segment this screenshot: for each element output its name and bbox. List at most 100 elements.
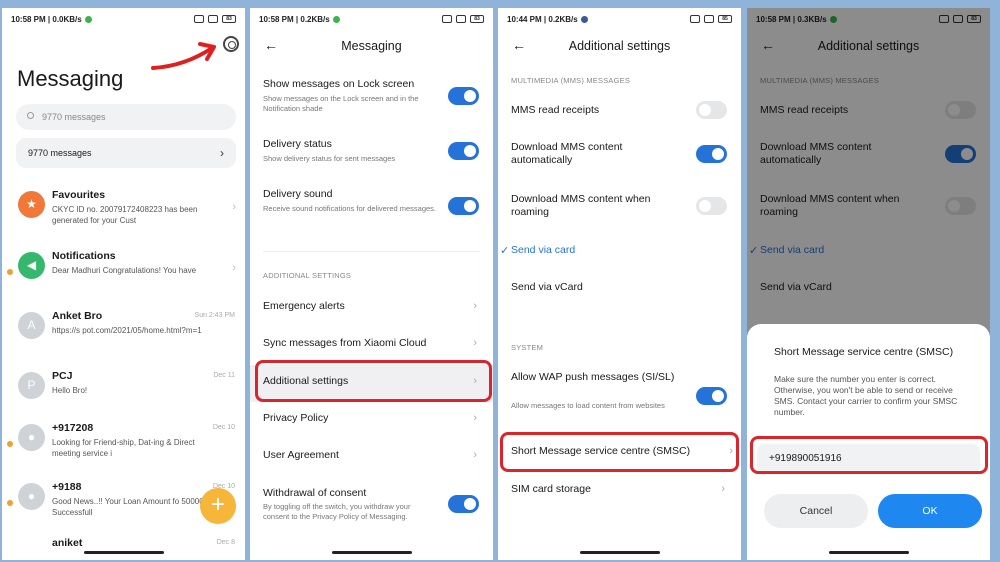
highlight-box-annotation [255, 360, 492, 402]
unread-dot [7, 269, 13, 275]
conversation-item[interactable]: ★ Favourites CKYC ID no. 20079172408223 ha… [2, 183, 245, 241]
home-indicator [579, 551, 660, 554]
chevron-right-icon: › [473, 337, 477, 349]
setting-description: Show delivery status for sent messages [263, 154, 396, 163]
conversation-item[interactable]: A Anket Bro Sun 2:43 PM https://s pot.com/2… [2, 304, 245, 362]
sim-card-storage-link[interactable]: SIM card storage › [498, 483, 741, 503]
messaging-settings-screen: 10:58 PM | 0.2KB/s 83 ← Messaging Show m… [250, 8, 493, 560]
wifi-icon [194, 15, 204, 23]
avatar: P [18, 372, 45, 399]
message-snippet: Looking for Friend-ship, Dat-ing & Direc… [52, 438, 195, 458]
setting-description: Show messages on the Lock screen and in … [263, 94, 419, 113]
delivery-sound-toggle[interactable] [448, 197, 479, 215]
setting-description: By toggling off the switch, you withdraw… [263, 502, 411, 521]
avatar: ● [18, 483, 45, 510]
setting-title: Download MMS content automatically [511, 141, 623, 166]
message-time: Dec 11 [213, 372, 235, 379]
signal-icon [208, 15, 218, 23]
emergency-alerts-link[interactable]: Emergency alerts › [250, 300, 493, 320]
section-header: SYSTEM [511, 343, 544, 352]
ok-button[interactable]: OK [878, 494, 982, 528]
section-header: ADDITIONAL SETTINGS [263, 271, 352, 280]
message-time: Dec 10 [212, 424, 235, 431]
option-label: Send via vCard [511, 281, 583, 293]
chevron-right-icon: › [473, 449, 477, 461]
signal-icon [704, 15, 714, 23]
download-roaming-toggle[interactable] [696, 197, 727, 215]
battery-icon: 83 [222, 15, 236, 23]
chevron-right-icon: › [232, 262, 236, 274]
highlight-box-annotation [750, 436, 988, 474]
smsc-dialog-screen: 10:58 PM | 0.3KB/s 83 ← Additional setti… [747, 8, 990, 560]
link-label: Emergency alerts [263, 300, 345, 312]
link-label: SIM card storage [511, 483, 591, 495]
conversation-item[interactable]: ● +917208 Dec 10 Looking for Friend-ship, D… [2, 416, 245, 474]
message-snippet: CKYC ID no. 20079172408223 has been gene… [52, 205, 198, 225]
setting-title: Download MMS content when roaming [511, 193, 651, 218]
messaging-home-screen: 10:58 PM | 0.0KB/s 83 Messaging 9770 mes… [2, 8, 245, 560]
page-title: Additional settings [568, 39, 671, 53]
battery-icon: 85 [718, 15, 732, 23]
avatar: ● [18, 424, 45, 451]
sync-xiaomi-cloud-link[interactable]: Sync messages from Xiaomi Cloud › [250, 337, 493, 357]
page-title: Messaging [17, 66, 124, 91]
chevron-right-icon: › [473, 300, 477, 312]
setting-title: Withdrawal of consent [263, 487, 367, 499]
chevron-right-icon: › [220, 146, 224, 160]
conversation-item[interactable]: aniket Dec 8 [2, 531, 245, 560]
facebook-status-icon [580, 15, 588, 23]
avatar: ◀ [18, 252, 45, 279]
signal-icon [456, 15, 466, 23]
new-message-fab[interactable]: + [200, 488, 236, 524]
message-snippet: https://s pot.com/2021/05/home.html?m=1 [52, 326, 202, 335]
link-label: Privacy Policy [263, 412, 329, 424]
delivery-status-toggle[interactable] [448, 142, 479, 160]
status-bar: 10:58 PM | 0.2KB/s 83 [250, 8, 493, 30]
additional-settings-screen: 10:44 PM | 0.2KB/s 85 ← Additional setti… [498, 8, 741, 560]
home-indicator [331, 551, 412, 554]
contact-name: Favourites [52, 189, 106, 201]
conversation-item[interactable]: ◀ Notifications Dear Madhuri Congratulatio… [2, 244, 245, 302]
setting-title: MMS read receipts [511, 104, 600, 116]
option-label: Send via card [511, 244, 576, 256]
settings-gear-icon[interactable] [223, 36, 239, 52]
lock-screen-toggle[interactable] [448, 87, 479, 105]
setting-title: Show messages on Lock screen [263, 78, 415, 90]
chevron-right-icon: › [232, 201, 236, 213]
all-messages-label: 9770 messages [28, 148, 92, 158]
withdrawal-toggle[interactable] [448, 495, 479, 513]
whatsapp-status-icon [84, 15, 92, 23]
message-snippet: Hello Bro! [52, 386, 88, 395]
setting-description: Allow messages to load content from webs… [511, 401, 665, 410]
mms-read-toggle[interactable] [696, 101, 727, 119]
download-auto-toggle[interactable] [696, 145, 727, 163]
status-bar: 10:58 PM | 0.0KB/s 83 [2, 8, 245, 30]
unread-dot [7, 441, 13, 447]
divider [263, 251, 480, 252]
contact-name: aniket [52, 537, 83, 549]
header: ← Messaging [250, 36, 493, 58]
privacy-policy-link[interactable]: Privacy Policy › [250, 412, 493, 432]
avatar: A [18, 312, 45, 339]
contact-name: +917208 [52, 422, 94, 434]
search-input[interactable]: 9770 messages [16, 104, 236, 130]
search-placeholder: 9770 messages [42, 112, 106, 122]
status-time: 10:44 PM | 0.2KB/s [507, 14, 578, 24]
wifi-icon [442, 15, 452, 23]
chevron-right-icon: › [721, 483, 725, 495]
user-agreement-link[interactable]: User Agreement › [250, 449, 493, 469]
message-time: Dec 8 [216, 539, 235, 546]
wap-push-toggle[interactable] [696, 387, 727, 405]
cancel-button[interactable]: Cancel [764, 494, 868, 528]
message-snippet: Dear Madhuri Congratulations! You have [52, 266, 197, 275]
all-messages-button[interactable]: 9770 messages › [16, 138, 236, 168]
checkmark-icon: ✓ [500, 245, 510, 257]
link-label: User Agreement [263, 449, 339, 461]
contact-name: Anket Bro [52, 310, 103, 322]
setting-title: Delivery sound [263, 188, 333, 200]
status-bar: 10:44 PM | 0.2KB/s 85 [498, 8, 741, 30]
highlight-box-annotation [500, 432, 739, 472]
dialog-message: Make sure the number you enter is correc… [774, 374, 958, 417]
conversation-item[interactable]: P PCJ Dec 11 Hello Bro! [2, 364, 245, 422]
contact-name: PCJ [52, 370, 73, 382]
